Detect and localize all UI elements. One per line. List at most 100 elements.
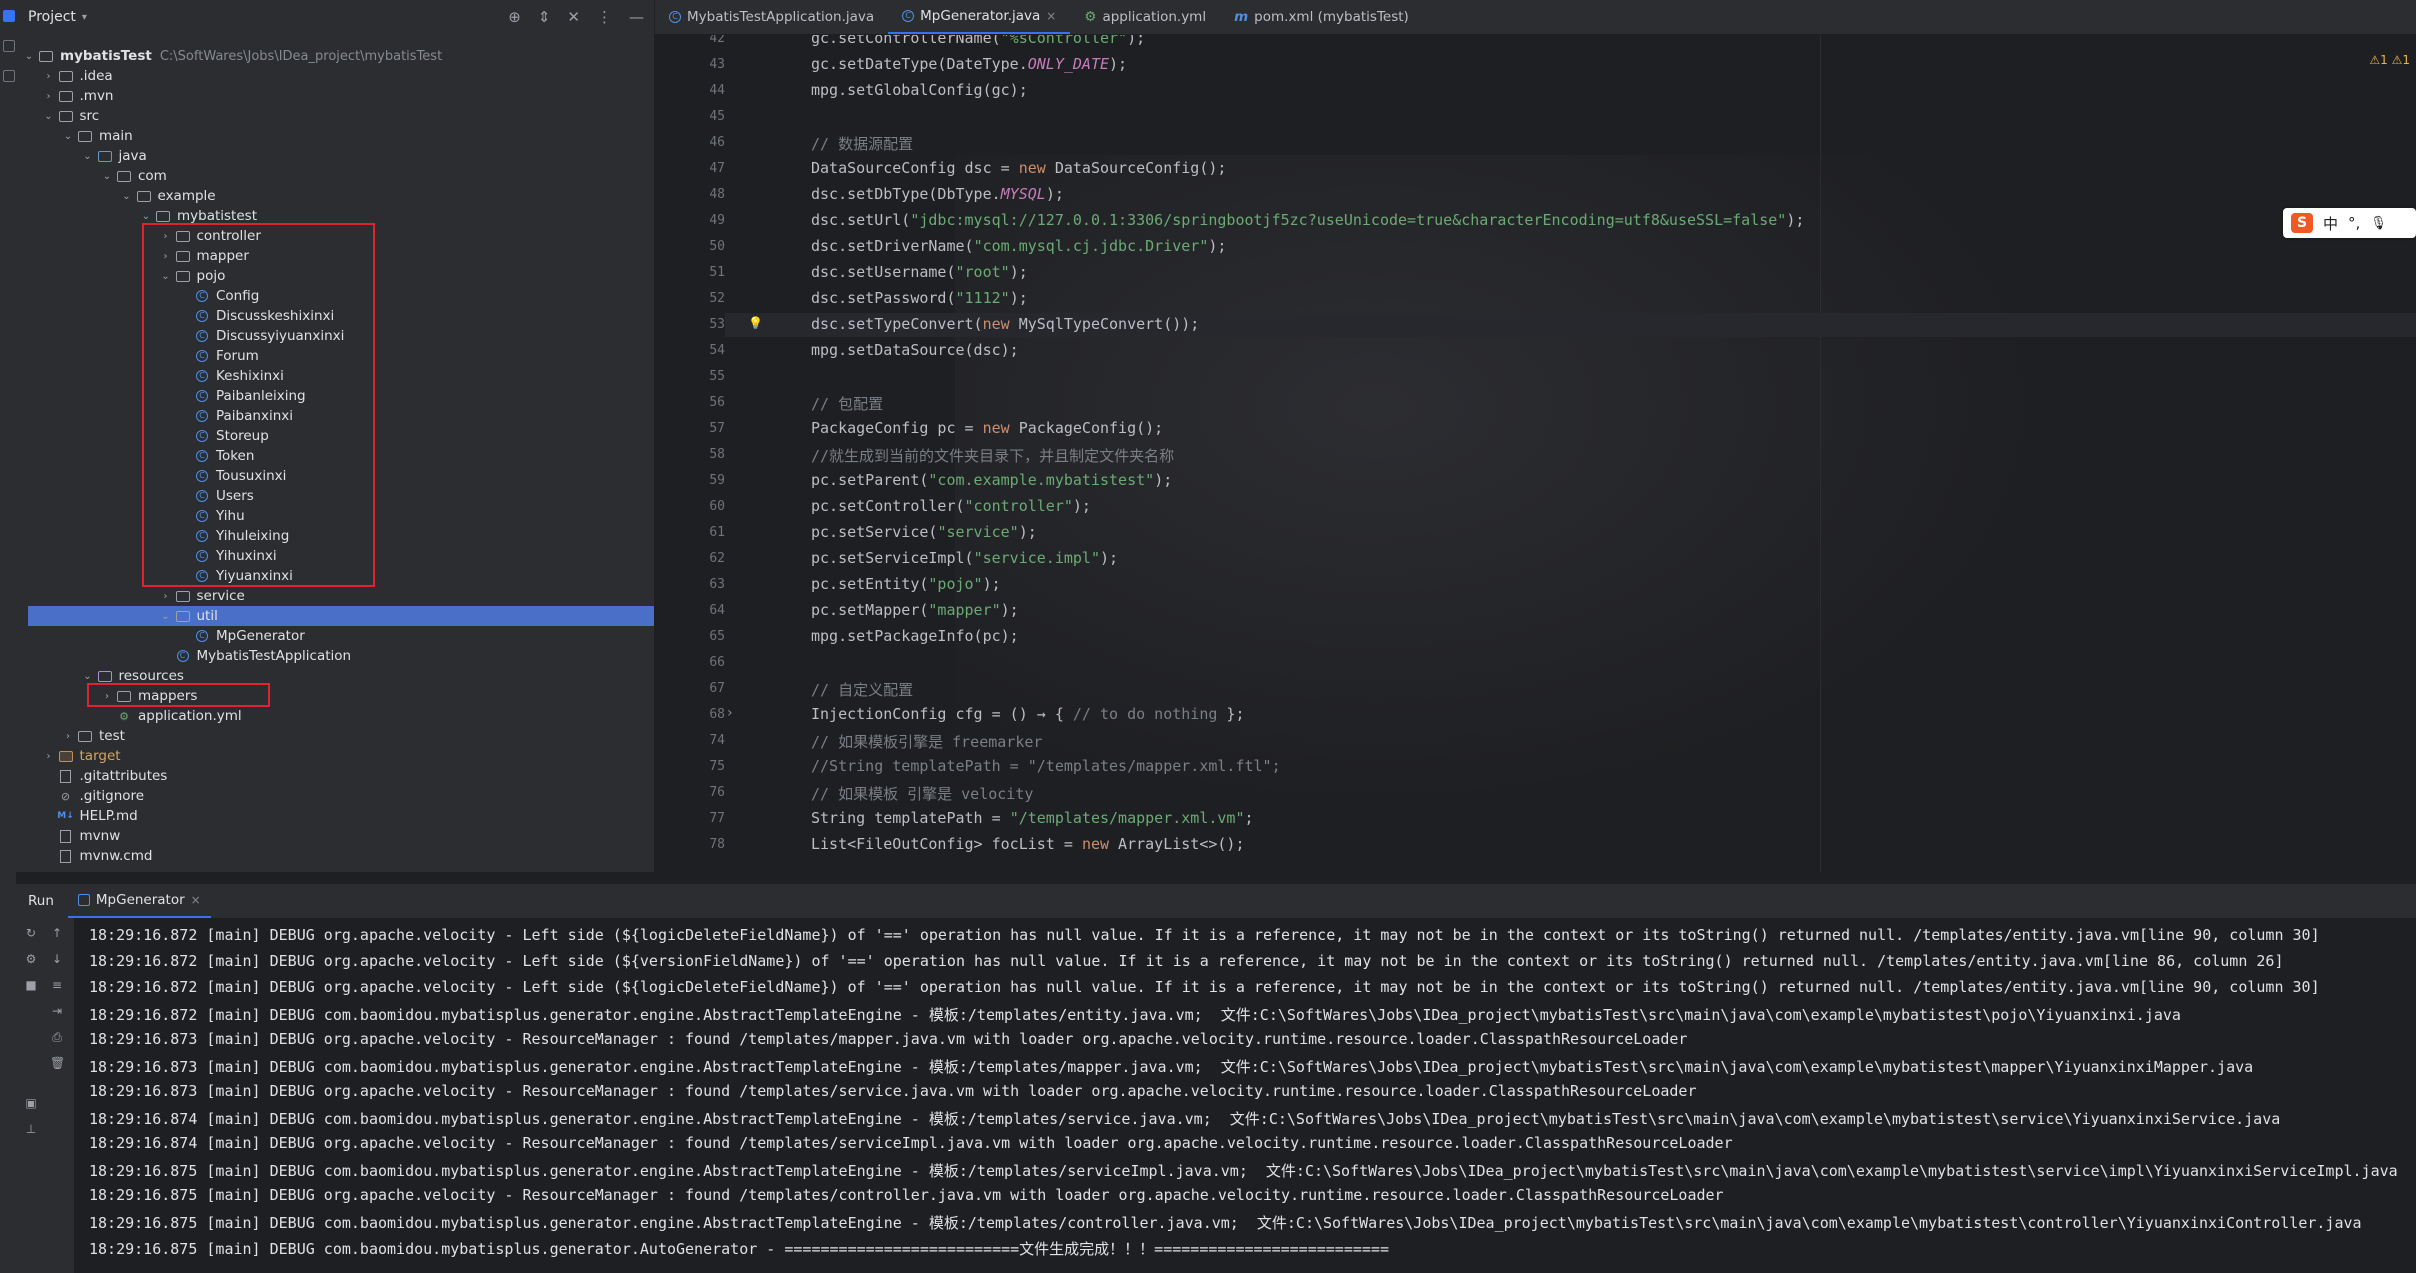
- ime-punct[interactable]: °,: [2348, 214, 2360, 232]
- scroll-down-icon[interactable]: ↓: [50, 952, 64, 966]
- chevron-down-icon[interactable]: ⌄: [81, 151, 95, 162]
- tree-item[interactable]: C Discussyiyuanxinxi: [16, 326, 654, 346]
- chevron-right-icon[interactable]: ›: [42, 751, 56, 762]
- chevron-down-icon[interactable]: ⌄: [22, 51, 36, 62]
- tree-item[interactable]: C Keshixinxi: [16, 366, 654, 386]
- close-icon[interactable]: ✕: [567, 8, 580, 26]
- chevron-right-icon[interactable]: ›: [159, 251, 173, 262]
- tree-item[interactable]: ⌄ main: [16, 126, 654, 146]
- tree-item[interactable]: ⌄ util: [28, 606, 654, 626]
- code-line[interactable]: // 如果模板 引擎是 velocity: [811, 783, 1033, 804]
- chevron-down-icon[interactable]: ⌄: [42, 111, 56, 122]
- rerun-icon[interactable]: ↻: [24, 926, 38, 940]
- editor-tab[interactable]: C MybatisTestApplication.java: [655, 0, 888, 34]
- tree-item[interactable]: ⌄ example: [16, 186, 654, 206]
- code-line[interactable]: dsc.setPassword("1112");: [811, 289, 1028, 307]
- chevron-right-icon[interactable]: ›: [61, 731, 75, 742]
- chevron-down-icon[interactable]: ⌄: [159, 271, 173, 282]
- code-line[interactable]: // 自定义配置: [811, 679, 913, 700]
- code-line[interactable]: // 如果模板引擎是 freemarker: [811, 731, 1042, 752]
- tree-item[interactable]: mvnw.cmd: [16, 846, 654, 866]
- chevron-down-icon[interactable]: ⌄: [61, 131, 75, 142]
- tree-item[interactable]: C Token: [16, 446, 654, 466]
- code-line[interactable]: List<FileOutConfig> focList = new ArrayL…: [811, 835, 1245, 853]
- project-title[interactable]: Project: [28, 9, 76, 25]
- tree-item[interactable]: mvnw: [16, 826, 654, 846]
- pin-icon[interactable]: ⊥: [24, 1122, 38, 1136]
- tree-item[interactable]: C Yihuleixing: [16, 526, 654, 546]
- tree-item[interactable]: › mapper: [16, 246, 654, 266]
- microphone-icon[interactable]: 🎙: [2370, 216, 2387, 231]
- close-icon[interactable]: ×: [191, 893, 201, 907]
- soft-wrap-icon[interactable]: ≡: [50, 978, 64, 992]
- editor-tab[interactable]: ⚙ application.yml: [1070, 0, 1220, 34]
- ime-mode[interactable]: 中: [2323, 213, 2338, 234]
- ime-toolbar[interactable]: S 中 °, 🎙: [2283, 208, 2416, 238]
- expand-collapse-icon[interactable]: ⇕: [538, 8, 551, 26]
- structure-tool-icon[interactable]: [3, 70, 15, 82]
- print-icon[interactable]: ⎙: [50, 1030, 64, 1044]
- tree-item[interactable]: › mappers: [16, 686, 654, 706]
- more-options-icon[interactable]: ⋮: [597, 8, 612, 26]
- tree-item[interactable]: M↓ HELP.md: [16, 806, 654, 826]
- tree-item[interactable]: ⌄ resources: [16, 666, 654, 686]
- code-line[interactable]: mpg.setGlobalConfig(gc);: [811, 81, 1028, 99]
- chevron-right-icon[interactable]: ›: [42, 71, 56, 82]
- code-line[interactable]: DataSourceConfig dsc = new DataSourceCon…: [811, 159, 1226, 177]
- tree-item[interactable]: C Storeup: [16, 426, 654, 446]
- code-line[interactable]: // 数据源配置: [811, 133, 913, 154]
- settings-icon[interactable]: ⚙: [24, 952, 38, 966]
- close-icon[interactable]: ×: [1046, 9, 1056, 23]
- chevron-right-icon[interactable]: ›: [159, 591, 173, 602]
- code-line[interactable]: dsc.setTypeConvert(new MySqlTypeConvert(…: [811, 315, 1199, 333]
- tree-item[interactable]: C Config: [16, 286, 654, 306]
- code-editor[interactable]: 42 43 44 45 46 47 48 49 50 51 52 53 54 55 56 57 58 59 60 61…: [655, 35, 2416, 872]
- tree-item[interactable]: ⌄ mybatisTest C:\SoftWares\Jobs\IDea_proje…: [16, 46, 654, 66]
- tree-item[interactable]: C MpGenerator: [16, 626, 654, 646]
- tree-item[interactable]: ⌄ src: [16, 106, 654, 126]
- code-line[interactable]: String templatePath = "/templates/mapper…: [811, 809, 1254, 827]
- tree-item[interactable]: C Paibanxinxi: [16, 406, 654, 426]
- tree-item[interactable]: C Discusskeshixinxi: [16, 306, 654, 326]
- chevron-right-icon[interactable]: ›: [159, 231, 173, 242]
- code-line[interactable]: // 包配置: [811, 393, 883, 414]
- locate-icon[interactable]: ⊕: [508, 8, 521, 26]
- code-line[interactable]: pc.setService("service");: [811, 523, 1037, 541]
- run-title[interactable]: Run: [16, 893, 68, 909]
- code-line[interactable]: mpg.setDataSource(dsc);: [811, 341, 1019, 359]
- tree-item[interactable]: ⌄ java: [16, 146, 654, 166]
- project-tool-icon[interactable]: [3, 10, 15, 22]
- tree-item[interactable]: › test: [16, 726, 654, 746]
- editor-tab[interactable]: m pom.xml (mybatisTest): [1220, 0, 1423, 34]
- scroll-to-end-icon[interactable]: ⇥: [50, 1004, 64, 1018]
- chevron-down-icon[interactable]: ⌄: [139, 211, 153, 222]
- ime-logo-icon[interactable]: S: [2291, 213, 2313, 233]
- tree-item[interactable]: ⌄ com: [16, 166, 654, 186]
- tree-item[interactable]: ⌄ mybatistest: [16, 206, 654, 226]
- chevron-down-icon[interactable]: ▾: [82, 12, 87, 23]
- chevron-down-icon[interactable]: ⌄: [81, 671, 95, 682]
- inspection-warnings[interactable]: ⚠1 ⚠1: [2369, 53, 2410, 67]
- code-line[interactable]: pc.setParent("com.example.mybatistest");: [811, 471, 1172, 489]
- code-line[interactable]: //String templatePath = "/templates/mapp…: [811, 757, 1281, 775]
- layout-icon[interactable]: ▣: [24, 1096, 38, 1110]
- tree-item[interactable]: › .idea: [16, 66, 654, 86]
- code-line[interactable]: gc.setDateType(DateType.ONLY_DATE);: [811, 55, 1127, 73]
- tree-item[interactable]: C Users: [16, 486, 654, 506]
- tree-item[interactable]: C Yihuxinxi: [16, 546, 654, 566]
- chevron-down-icon[interactable]: ⌄: [120, 191, 134, 202]
- code-line[interactable]: pc.setEntity("pojo");: [811, 575, 1001, 593]
- code-line[interactable]: dsc.setUsername("root");: [811, 263, 1028, 281]
- tree-item[interactable]: ⊘ .gitignore: [16, 786, 654, 806]
- scroll-up-icon[interactable]: ↑: [50, 926, 64, 940]
- code-line[interactable]: PackageConfig pc = new PackageConfig();: [811, 419, 1163, 437]
- run-tab-mpgenerator[interactable]: MpGenerator ×: [67, 884, 211, 918]
- tree-item[interactable]: › .mvn: [16, 86, 654, 106]
- code-line[interactable]: InjectionConfig cfg = () → { // to do no…: [811, 705, 1245, 723]
- chevron-right-icon[interactable]: ›: [100, 691, 114, 702]
- clear-all-icon[interactable]: 🗑: [50, 1056, 65, 1070]
- stop-icon[interactable]: ■: [24, 978, 38, 992]
- editor-tab[interactable]: C MpGenerator.java ×: [888, 0, 1071, 34]
- chevron-down-icon[interactable]: ⌄: [159, 611, 173, 622]
- fold-chevron-icon[interactable]: ›: [727, 705, 733, 721]
